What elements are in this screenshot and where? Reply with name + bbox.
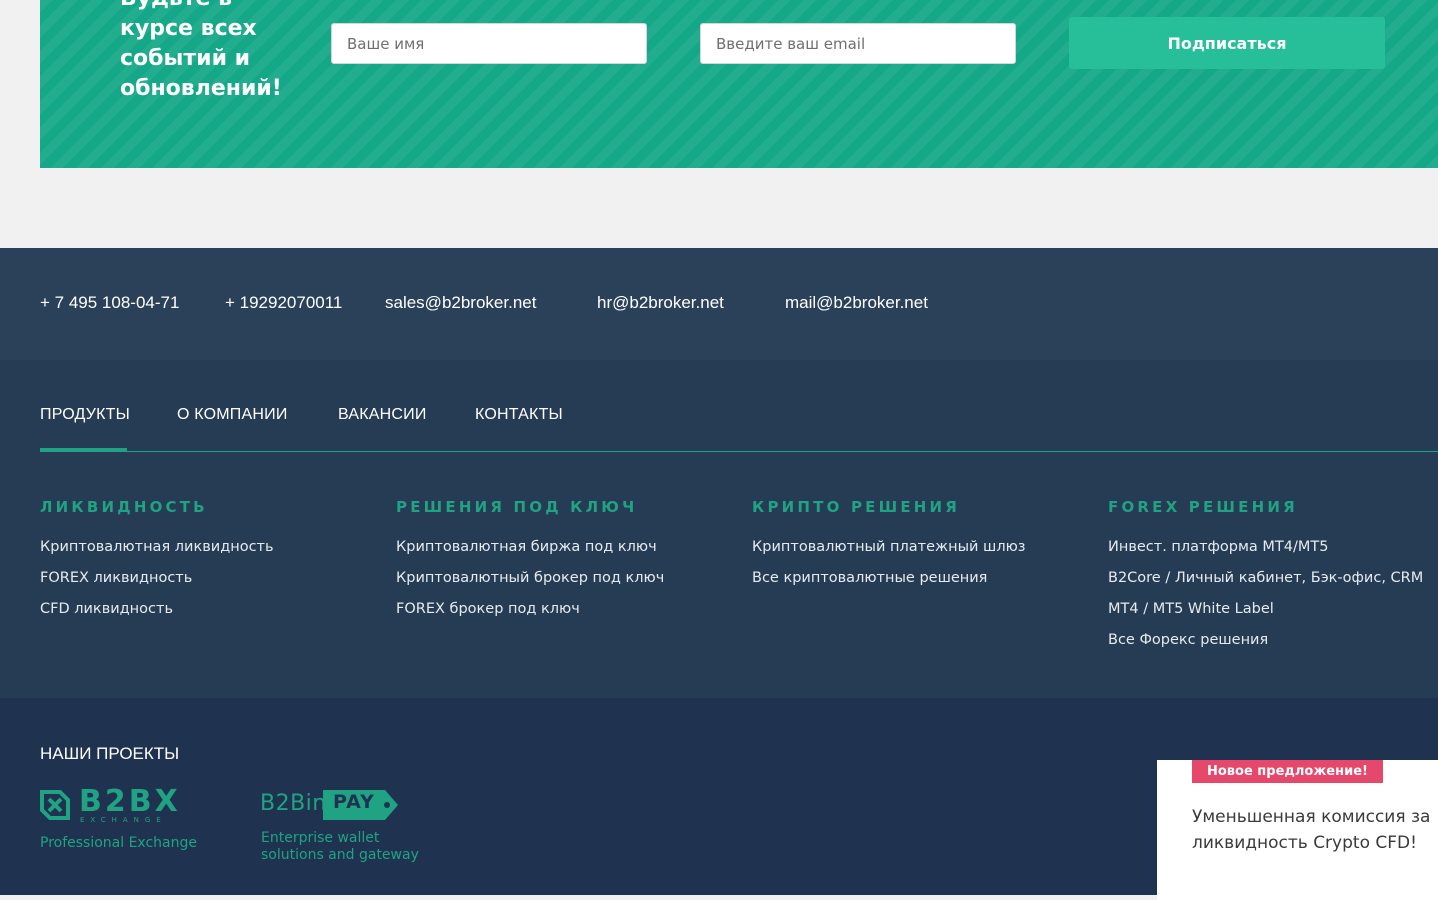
footer-link[interactable]: B2Core / Личный кабинет, Бэк-офис, CRM — [1108, 563, 1423, 594]
footer-link[interactable]: FOREX ликвидность — [40, 563, 274, 594]
footer-link[interactable]: Криптовалютный брокер под ключ — [396, 563, 664, 594]
footer-link[interactable]: FOREX брокер под ключ — [396, 594, 664, 625]
tab-contacts[interactable]: КОНТАКТЫ — [475, 406, 563, 424]
column-title: ЛИКВИДНОСТЬ — [40, 498, 208, 516]
promo-text: Уменьшенная комиссия за ликвидность Cryp… — [1192, 807, 1431, 853]
footer-link[interactable]: Все Форекс решения — [1108, 625, 1423, 656]
hr-email-link[interactable]: hr@b2broker.net — [597, 293, 724, 313]
footer-link[interactable]: MT4 / MT5 White Label — [1108, 594, 1423, 625]
mail-email-link[interactable]: mail@b2broker.net — [785, 293, 928, 313]
footer-link[interactable]: Криптовалютный платежный шлюз — [752, 532, 1026, 563]
column-title: FOREX РЕШЕНИЯ — [1108, 498, 1298, 516]
footer-link[interactable]: CFD ликвидность — [40, 594, 274, 625]
promo-card[interactable]: Новое предложение! Уменьшенная комиссия … — [1157, 760, 1438, 900]
b2bx-wordmark: B2BX — [79, 784, 181, 819]
active-tab-indicator — [40, 448, 127, 451]
footer-link[interactable]: Криптовалютная ликвидность — [40, 532, 274, 563]
b2bx-logo[interactable]: B2BX EXCHANGE — [40, 786, 190, 830]
b2binpay-wordmark: B2Bin — [260, 791, 327, 816]
subscribe-heading: Будьте в курсе всех событий и обновлений… — [120, 0, 282, 101]
phone-link-1[interactable]: + 7 495 108-04-71 — [40, 293, 179, 313]
b2bx-sub: EXCHANGE — [80, 816, 167, 824]
subscribe-button[interactable]: Подписаться — [1069, 17, 1385, 69]
footer-links: ПРОДУКТЫ О КОМПАНИИ ВАКАНСИИ КОНТАКТЫ ЛИ… — [0, 360, 1438, 698]
footer-tabs: ПРОДУКТЫ О КОМПАНИИ ВАКАНСИИ КОНТАКТЫ — [40, 360, 1438, 452]
name-input[interactable] — [331, 23, 647, 64]
column-title: РЕШЕНИЯ ПОД КЛЮЧ — [396, 498, 638, 516]
column-title: КРИПТО РЕШЕНИЯ — [752, 498, 961, 516]
b2binpay-caption: Enterprise wallet solutions and gateway — [261, 830, 419, 863]
column-crypto: КРИПТО РЕШЕНИЯ Криптовалютный платежный … — [752, 498, 1026, 594]
footer-link[interactable]: Все криптовалютные решения — [752, 563, 1026, 594]
footer-link[interactable]: Криптовалютная биржа под ключ — [396, 532, 664, 563]
contacts-bar: + 7 495 108-04-71 + 19292070011 sales@b2… — [0, 248, 1438, 360]
b2bx-mark-icon — [40, 790, 70, 820]
b2binpay-logo[interactable]: B2Bin PAY — [260, 790, 400, 822]
footer-link[interactable]: Инвест. платформа MT4/MT5 — [1108, 532, 1423, 563]
phone-link-2[interactable]: + 19292070011 — [225, 293, 342, 313]
subscribe-banner: Будьте в курсе всех событий и обновлений… — [40, 0, 1438, 168]
column-turnkey: РЕШЕНИЯ ПОД КЛЮЧ Криптовалютная биржа по… — [396, 498, 664, 625]
tab-vacancies[interactable]: ВАКАНСИИ — [338, 406, 427, 424]
tab-products[interactable]: ПРОДУКТЫ — [40, 406, 130, 424]
projects-heading: НАШИ ПРОЕКТЫ — [40, 744, 180, 763]
b2bx-caption: Professional Exchange — [40, 835, 197, 851]
pay-text: PAY — [333, 791, 375, 813]
tab-company[interactable]: О КОМПАНИИ — [177, 406, 288, 424]
sales-email-link[interactable]: sales@b2broker.net — [385, 293, 536, 313]
column-forex: FOREX РЕШЕНИЯ Инвест. платформа MT4/MT5 … — [1108, 498, 1423, 656]
promo-badge: Новое предложение! — [1192, 760, 1383, 783]
column-liquidity: ЛИКВИДНОСТЬ Криптовалютная ликвидность F… — [40, 498, 274, 625]
email-input[interactable] — [700, 23, 1016, 64]
